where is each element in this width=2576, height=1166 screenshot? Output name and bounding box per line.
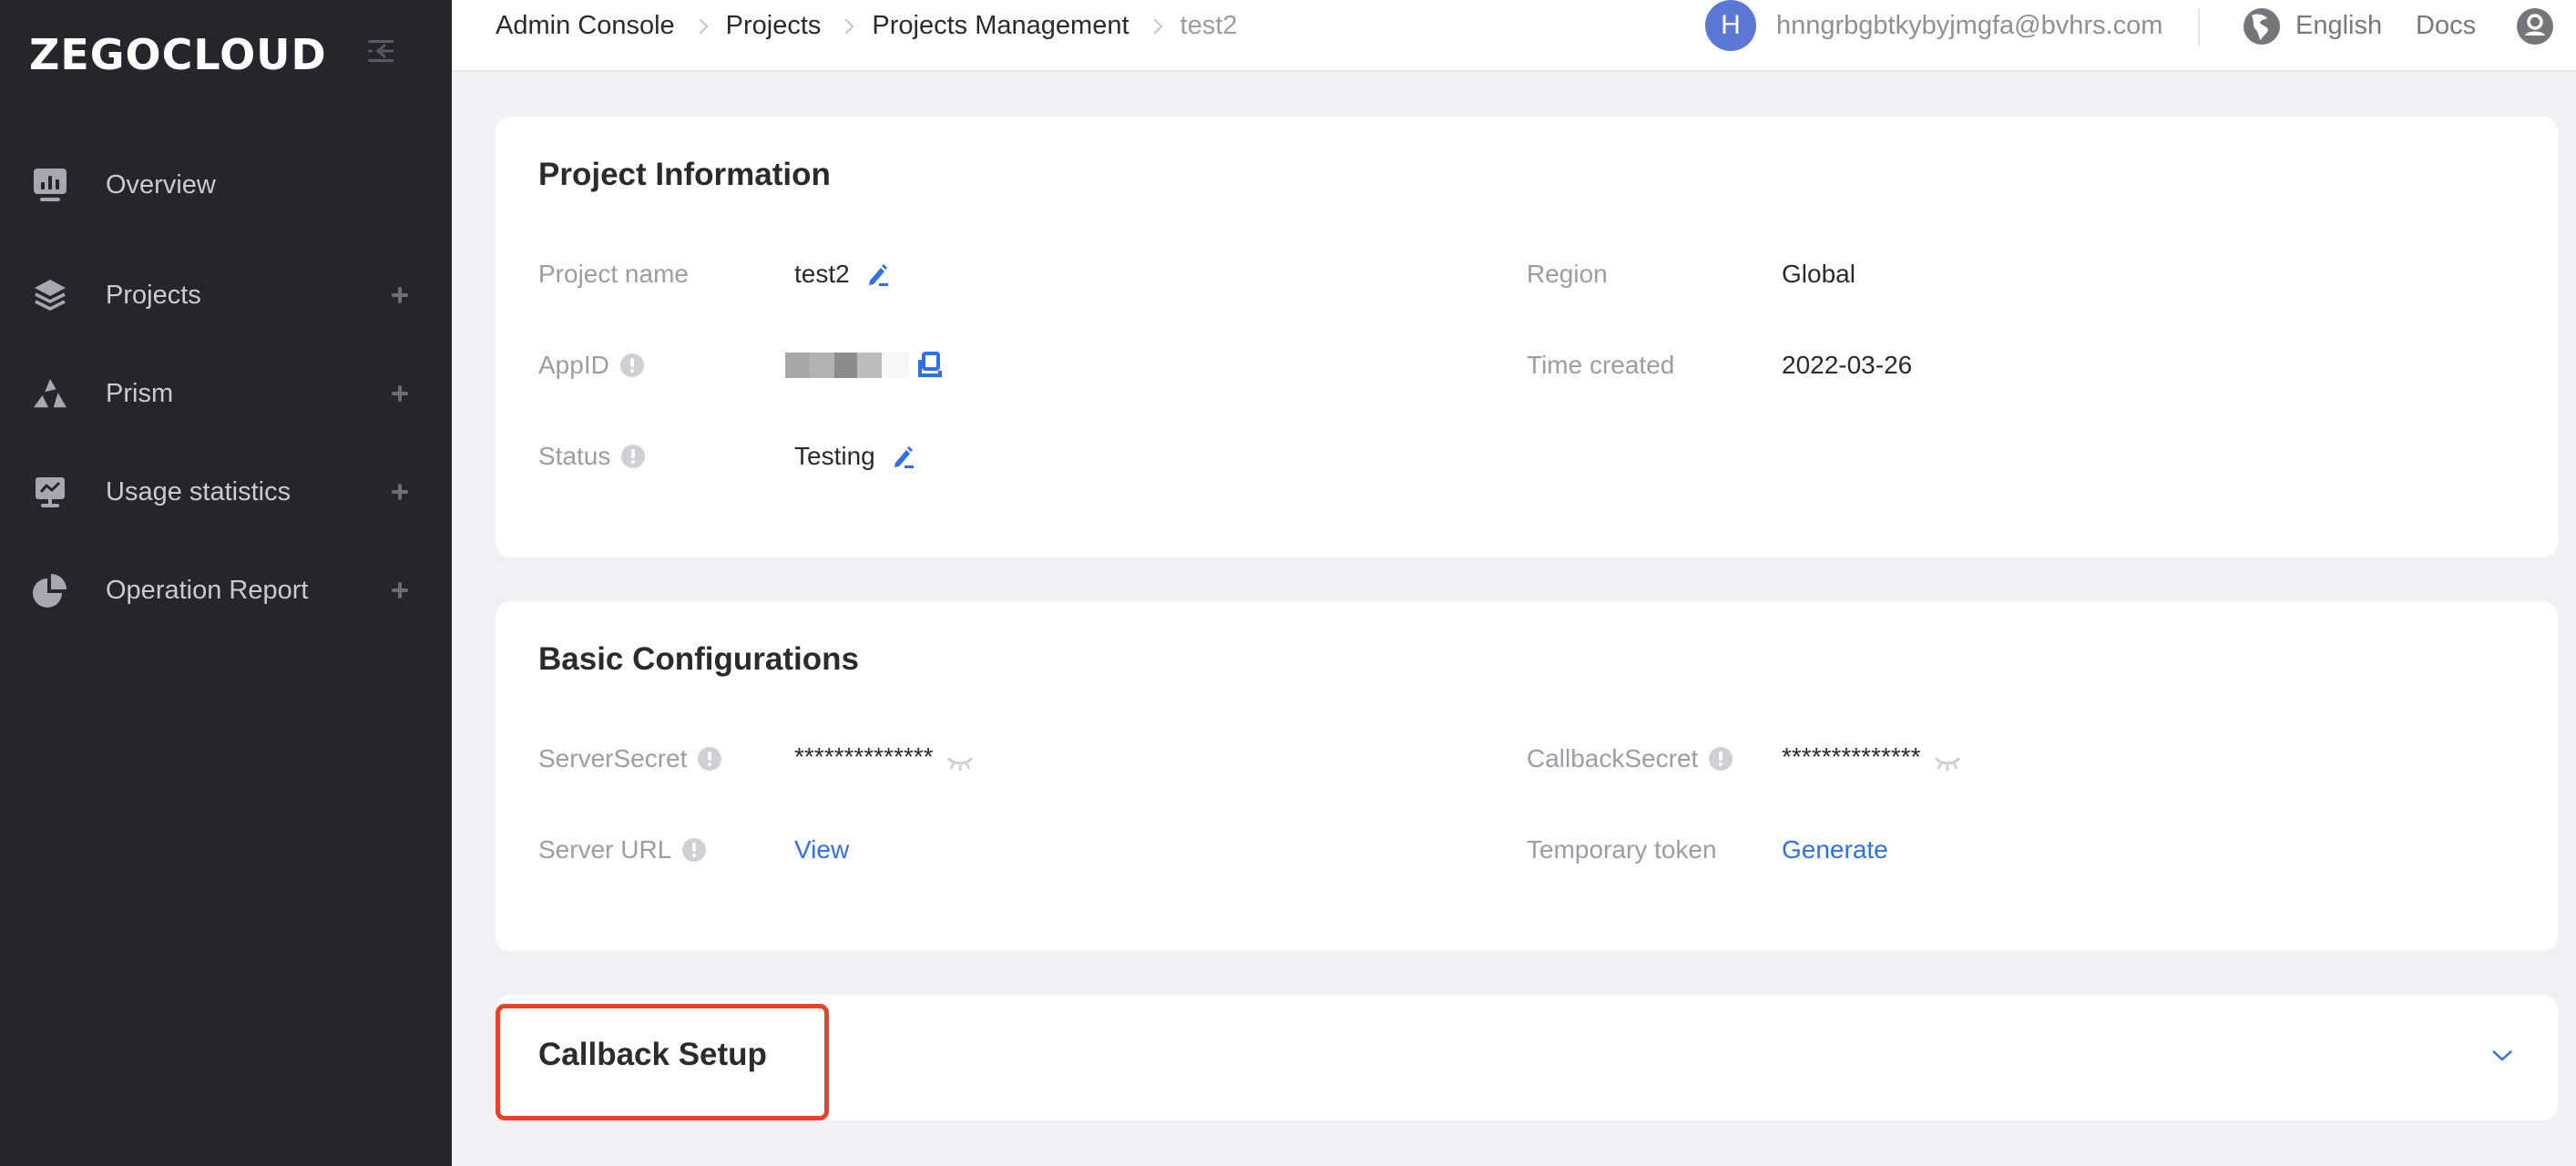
masked-secret: ************** bbox=[794, 742, 934, 771]
expand-plus-icon[interactable] bbox=[390, 482, 410, 502]
edit-pencil-icon[interactable] bbox=[892, 445, 915, 468]
redacted-appid bbox=[785, 353, 909, 378]
value-text: 2022-03-26 bbox=[1782, 351, 1913, 379]
breadcrumb-projects-management[interactable]: Projects Management bbox=[872, 11, 1129, 41]
sidebar-item-label: Operation Report bbox=[106, 575, 309, 605]
sidebar-item-overview[interactable]: Overview bbox=[0, 148, 452, 221]
info-icon[interactable] bbox=[682, 838, 707, 862]
temporary-token-value: Generate bbox=[1782, 835, 1888, 864]
info-icon[interactable] bbox=[619, 353, 644, 377]
chevron-down-icon[interactable] bbox=[2492, 1049, 2512, 1069]
project-information-card: Project Information Project name test2 A… bbox=[496, 117, 2558, 557]
breadcrumb-separator-icon bbox=[1147, 18, 1163, 34]
value-text: test2 bbox=[794, 260, 850, 288]
project-name-label: Project name bbox=[538, 260, 689, 289]
zegocloud-logo[interactable]: ZEGOCLOUD bbox=[29, 30, 327, 79]
breadcrumb-admin-console[interactable]: Admin Console bbox=[496, 11, 675, 41]
generate-token-link[interactable]: Generate bbox=[1782, 835, 1888, 864]
dashboard-icon bbox=[33, 168, 67, 202]
label-text: Temporary token bbox=[1527, 835, 1717, 864]
top-header: Admin Console Projects Projects Manageme… bbox=[452, 0, 2576, 72]
card-title: Project Information bbox=[538, 157, 831, 192]
status-value: Testing bbox=[794, 442, 915, 471]
temporary-token-label: Temporary token bbox=[1527, 835, 1717, 864]
expand-plus-icon[interactable] bbox=[390, 285, 410, 305]
server-secret-label: ServerSecret bbox=[538, 744, 722, 773]
status-label: Status bbox=[538, 442, 646, 471]
sidebar-item-label: Projects bbox=[106, 280, 201, 310]
label-text: Project name bbox=[538, 260, 689, 288]
copy-icon[interactable] bbox=[916, 351, 946, 380]
callback-setup-card[interactable]: Callback Setup bbox=[496, 995, 2558, 1120]
breadcrumb: Admin Console Projects Projects Manageme… bbox=[496, 11, 1237, 41]
value-text: Global bbox=[1782, 260, 1855, 288]
header-divider bbox=[2198, 9, 2200, 46]
callback-secret-value: ************** bbox=[1782, 742, 1961, 772]
user-avatar[interactable]: H bbox=[1705, 0, 1756, 51]
breadcrumb-current-project: test2 bbox=[1180, 11, 1238, 40]
appid-label: AppID bbox=[538, 351, 644, 380]
edit-pencil-icon[interactable] bbox=[866, 262, 890, 286]
globe-icon[interactable] bbox=[2243, 7, 2281, 46]
info-icon[interactable] bbox=[621, 445, 646, 468]
server-url-value: View bbox=[794, 835, 849, 864]
sidebar-item-label: Overview bbox=[106, 169, 216, 199]
sidebar-item-label: Usage statistics bbox=[106, 476, 291, 506]
expand-plus-icon[interactable] bbox=[390, 384, 410, 404]
sidebar-item-projects[interactable]: Projects bbox=[0, 259, 452, 332]
pie-chart-icon bbox=[33, 573, 67, 608]
breadcrumb-separator-icon bbox=[692, 18, 709, 34]
label-text: Server URL bbox=[538, 835, 672, 864]
info-icon[interactable] bbox=[1709, 747, 1733, 771]
label-text: AppID bbox=[538, 351, 609, 379]
sidebar-item-label: Prism bbox=[106, 378, 174, 408]
breadcrumb-separator-icon bbox=[838, 18, 854, 34]
card-title: Basic Configurations bbox=[538, 641, 859, 677]
server-secret-value: ************** bbox=[794, 742, 974, 772]
region-label: Region bbox=[1527, 260, 1608, 289]
prism-icon bbox=[33, 376, 67, 411]
appid-value bbox=[785, 351, 946, 380]
monitor-chart-icon bbox=[33, 475, 67, 509]
server-url-label: Server URL bbox=[538, 835, 707, 864]
sidebar-item-prism[interactable]: Prism bbox=[0, 357, 452, 430]
label-text: Status bbox=[538, 442, 611, 470]
info-icon[interactable] bbox=[698, 747, 722, 771]
user-email[interactable]: hnngrbgbtkybyjmgfa@bvhrs.com bbox=[1776, 11, 2162, 41]
breadcrumb-projects[interactable]: Projects bbox=[726, 11, 822, 41]
time-created-label: Time created bbox=[1527, 351, 1674, 380]
callback-secret-label: CallbackSecret bbox=[1527, 744, 1733, 773]
label-text: CallbackSecret bbox=[1527, 744, 1699, 772]
label-text: Time created bbox=[1527, 351, 1675, 379]
expand-plus-icon[interactable] bbox=[390, 580, 410, 600]
project-name-value: test2 bbox=[794, 260, 890, 289]
card-title: Callback Setup bbox=[538, 1037, 767, 1072]
layers-icon bbox=[33, 278, 67, 312]
logo-text: ZEGOCLOUD bbox=[29, 30, 327, 79]
eye-closed-icon[interactable] bbox=[946, 749, 974, 771]
sidebar: ZEGOCLOUD Overview Projects Prism Usage … bbox=[0, 0, 452, 1166]
sidebar-item-operation-report[interactable]: Operation Report bbox=[0, 554, 452, 627]
docs-link[interactable]: Docs bbox=[2416, 11, 2476, 41]
label-text: Region bbox=[1527, 260, 1608, 288]
value-text: Testing bbox=[794, 442, 875, 470]
label-text: ServerSecret bbox=[538, 744, 688, 772]
time-created-value: 2022-03-26 bbox=[1782, 351, 1912, 380]
masked-secret: ************** bbox=[1782, 742, 1921, 771]
eye-closed-icon[interactable] bbox=[1934, 749, 1961, 771]
basic-configurations-card: Basic Configurations ServerSecret ******… bbox=[496, 601, 2558, 951]
collapse-sidebar-icon[interactable] bbox=[366, 36, 395, 66]
language-selector[interactable]: English bbox=[2295, 11, 2382, 41]
view-server-url-link[interactable]: View bbox=[794, 835, 849, 864]
account-icon[interactable] bbox=[2516, 7, 2554, 46]
user-initial: H bbox=[1721, 10, 1741, 40]
region-value: Global bbox=[1782, 260, 1855, 289]
sidebar-item-usage-statistics[interactable]: Usage statistics bbox=[0, 455, 452, 528]
